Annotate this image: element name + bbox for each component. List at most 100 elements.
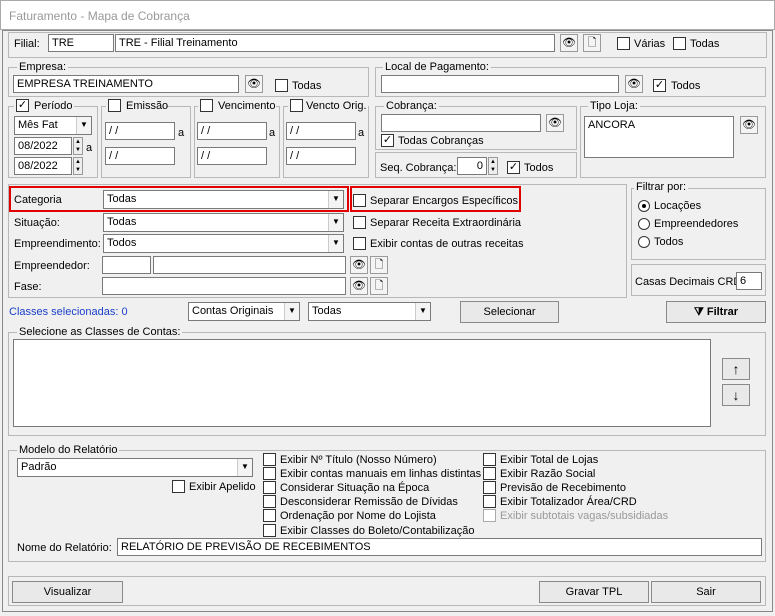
seq-cobranca-input[interactable]: 0 <box>457 157 487 175</box>
sair-button[interactable]: Sair <box>651 581 761 603</box>
vencimento-checkbox[interactable] <box>200 99 213 112</box>
casas-decimais-input[interactable]: 6 <box>736 272 762 290</box>
situacao-select[interactable]: Todas ▼ <box>103 213 344 232</box>
check-col1-3[interactable] <box>263 495 276 508</box>
new-document-icon[interactable]: 🗋 <box>583 34 601 52</box>
check-col2-0[interactable] <box>483 453 496 466</box>
empreendedor-binoculars-icon[interactable]: 👁 <box>350 256 368 274</box>
periodo-a-label: a <box>86 142 93 154</box>
chevron-down-icon: ▼ <box>284 303 299 320</box>
radio-locacoes-label: Locações <box>654 200 702 212</box>
empreendedor-name-input[interactable] <box>153 256 346 274</box>
vencto-orig-header: Vencto Orig. <box>288 99 368 113</box>
filial-todas-label: Todas <box>690 38 720 50</box>
fase-new-document-icon[interactable]: 🗋 <box>370 277 388 295</box>
check-col1-5[interactable] <box>263 524 276 537</box>
tipo-loja-binoculars-icon[interactable]: 👁 <box>740 116 758 134</box>
varias-checkbox[interactable] <box>617 37 630 50</box>
filtrar-button[interactable]: ⧩ Filtrar <box>666 301 766 323</box>
situacao-value: Todas <box>107 216 137 228</box>
exibir-apelido-checkbox[interactable] <box>172 480 185 493</box>
periodo-to-spinner[interactable]: ▲ ▼ <box>73 157 83 175</box>
vencimento-to-input[interactable]: / / <box>197 147 267 165</box>
check-col1-1[interactable] <box>263 467 276 480</box>
move-down-button[interactable]: ↓ <box>722 384 750 406</box>
seq-cobranca-spinner[interactable]: ▲ ▼ <box>488 157 498 175</box>
radio-todos-label: Todos <box>654 236 684 248</box>
todas-cobrancas-label: Todas Cobranças <box>398 135 484 147</box>
empreendedor-code-input[interactable] <box>102 256 151 274</box>
check-col1-4-label: Ordenação por Nome do Lojista <box>280 510 436 522</box>
seq-todos-checkbox[interactable]: ✓ <box>507 161 520 174</box>
empresa-todas-checkbox[interactable] <box>275 79 288 92</box>
check-col2-3[interactable] <box>483 495 496 508</box>
gravar-tpl-button[interactable]: Gravar TPL <box>539 581 649 603</box>
periodo-mode-select[interactable]: Mês Fat ▼ <box>14 116 92 135</box>
periodo-from-input[interactable]: 08/2022 <box>14 137 72 155</box>
binoculars-icon[interactable]: 👁 <box>560 34 578 52</box>
local-pagamento-label: Local de Pagamento: <box>383 61 491 73</box>
selecionar-button[interactable]: Selecionar <box>460 301 559 323</box>
classes-todas-select[interactable]: Todas ▼ <box>308 302 431 321</box>
filial-code-input[interactable]: TRE <box>48 34 114 52</box>
local-pagamento-input[interactable] <box>381 75 619 93</box>
check-col1-3-label: Desconsiderar Remissão de Dívidas <box>280 496 458 508</box>
tipo-loja-list[interactable]: ANCORA <box>584 116 734 158</box>
empresa-binoculars-icon[interactable]: 👁 <box>245 75 263 93</box>
modelo-select[interactable]: Padrão ▼ <box>17 458 253 477</box>
separar-receita-label: Separar Receita Extraordinária <box>370 217 522 229</box>
check-col2-3-label: Exibir Totalizador Área/CRD <box>500 496 637 508</box>
empresa-input[interactable]: EMPRESA TREINAMENTO <box>13 75 239 93</box>
chevron-down-icon: ▼ <box>237 459 252 476</box>
emissao-label: Emissão <box>126 100 169 112</box>
vencimento-from-input[interactable]: / / <box>197 122 267 140</box>
title-bar: Faturamento - Mapa de Cobrança <box>0 0 775 30</box>
check-col1-0[interactable] <box>263 453 276 466</box>
filial-name-input[interactable]: TRE - Filial Treinamento <box>115 34 555 52</box>
periodo-mode-value: Mês Fat <box>18 119 58 131</box>
vencto-orig-to-input[interactable]: / / <box>286 147 356 165</box>
vencimento-a-label: a <box>269 127 276 139</box>
classes-group-label: Selecione as Classes de Contas: <box>17 326 183 338</box>
radio-empreendedores[interactable] <box>638 218 650 230</box>
emissao-group <box>101 106 191 178</box>
nome-relatorio-input[interactable]: RELATÓRIO DE PREVISÃO DE RECEBIMENTOS <box>117 538 762 556</box>
separar-receita-checkbox[interactable] <box>353 216 366 229</box>
fase-input[interactable] <box>102 277 346 295</box>
local-todos-checkbox[interactable]: ✓ <box>653 79 666 92</box>
local-binoculars-icon[interactable]: 👁 <box>625 75 643 93</box>
vencto-orig-from-input[interactable]: / / <box>286 122 356 140</box>
check-col1-4[interactable] <box>263 509 276 522</box>
exibir-outras-checkbox[interactable] <box>353 237 366 250</box>
emissao-checkbox[interactable] <box>108 99 121 112</box>
empreendimento-select[interactable]: Todos ▼ <box>103 234 344 253</box>
check-col1-2[interactable] <box>263 481 276 494</box>
vencto-orig-checkbox[interactable] <box>290 99 303 112</box>
visualizar-button[interactable]: Visualizar <box>12 581 123 603</box>
classes-list[interactable] <box>13 339 711 427</box>
filial-todas-checkbox[interactable] <box>673 37 686 50</box>
cobranca-input[interactable] <box>381 114 541 132</box>
emissao-to-input[interactable]: / / <box>105 147 175 165</box>
contas-value: Contas Originais <box>192 305 274 317</box>
arrow-up-icon: ↑ <box>732 361 740 377</box>
classes-selecionadas-link[interactable]: Classes selecionadas: 0 <box>9 306 128 318</box>
periodo-to-input[interactable]: 08/2022 <box>14 157 72 175</box>
check-col2-2[interactable] <box>483 481 496 494</box>
fase-binoculars-icon[interactable]: 👁 <box>350 277 368 295</box>
radio-todos[interactable] <box>638 236 650 248</box>
periodo-from-spinner[interactable]: ▲ ▼ <box>73 137 83 155</box>
empreendedor-new-document-icon[interactable]: 🗋 <box>370 256 388 274</box>
cobranca-binoculars-icon[interactable]: 👁 <box>546 114 564 132</box>
periodo-checkbox[interactable]: ✓ <box>16 99 29 112</box>
check-col2-1[interactable] <box>483 467 496 480</box>
exibir-apelido-label: Exibir Apelido <box>189 481 256 493</box>
emissao-from-input[interactable]: / / <box>105 122 175 140</box>
move-up-button[interactable]: ↑ <box>722 358 750 380</box>
contas-select[interactable]: Contas Originais ▼ <box>188 302 300 321</box>
radio-locacoes[interactable] <box>638 200 650 212</box>
empreendimento-label: Empreendimento: <box>14 238 101 250</box>
todas-cobrancas-checkbox[interactable]: ✓ <box>381 134 394 147</box>
modelo-group-label: Modelo do Relatório <box>17 444 120 456</box>
check-col2-4[interactable] <box>483 509 496 522</box>
